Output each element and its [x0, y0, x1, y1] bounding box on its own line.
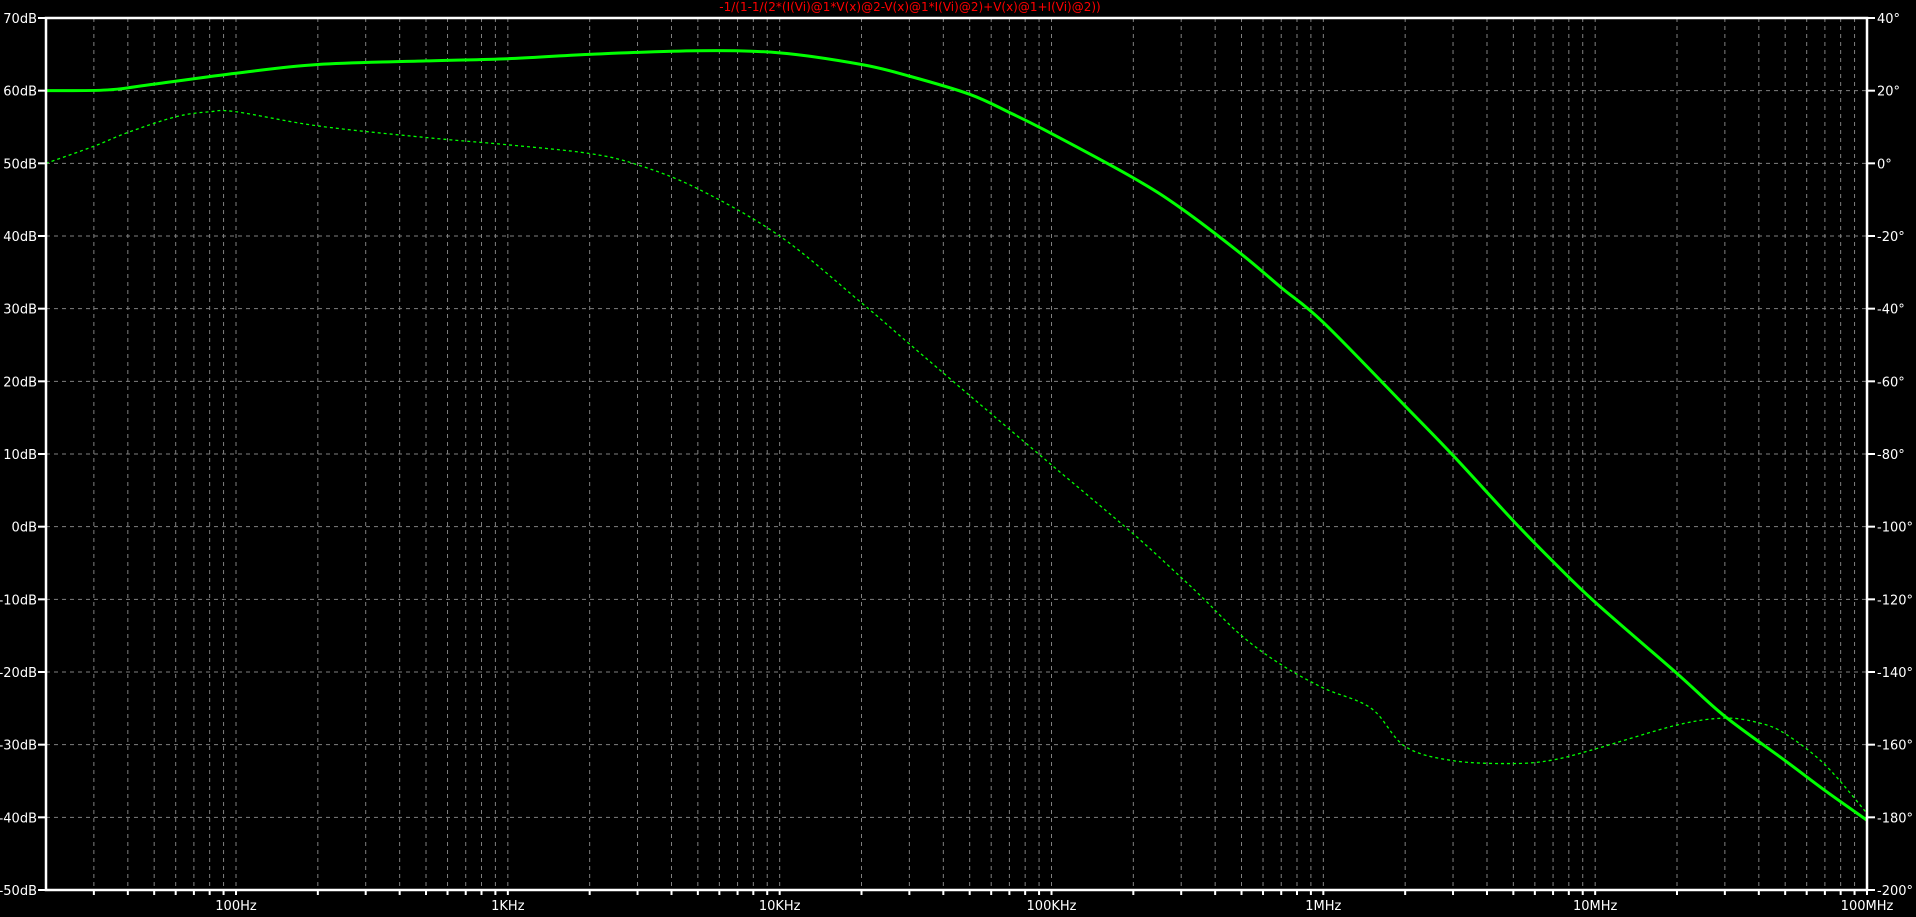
y-right-tick-label: -160° — [1877, 739, 1913, 754]
y-left-tick-label: -30dB — [0, 739, 37, 754]
background — [0, 0, 1916, 917]
y-left-tick-label: -10dB — [0, 593, 37, 608]
y-right-tick-label: -100° — [1877, 521, 1913, 536]
y-left-tick-label: 60dB — [3, 85, 37, 100]
y-right-tick-label: -180° — [1877, 811, 1913, 826]
x-tick-label: 100KHz — [1027, 899, 1077, 914]
y-left-tick-label: 50dB — [3, 157, 37, 172]
y-right-tick-label: -140° — [1877, 666, 1913, 681]
y-left-tick-label: 30dB — [3, 303, 37, 318]
y-left-tick-label: 40dB — [3, 230, 37, 245]
y-right-tick-label: -80° — [1877, 448, 1905, 463]
x-tick-label: 10KHz — [759, 899, 801, 914]
y-right-tick-label: -20° — [1877, 230, 1905, 245]
y-right-tick-label: -60° — [1877, 375, 1905, 390]
x-tick-label: 100MHz — [1841, 899, 1894, 914]
y-left-tick-label: -40dB — [0, 811, 37, 826]
x-tick-label: 1MHz — [1305, 899, 1341, 914]
bode-plot: 70dB 40° 60dB 20° 50dB 0° 40dB -20° 30dB -40° 20dB… — [0, 0, 1916, 917]
y-right-tick-label: 0° — [1877, 157, 1892, 172]
chart-title[interactable]: -1/(1-1/(2*(I(Vi)@1*V(x)@2-V(x)@1*I(Vi)@… — [719, 0, 1101, 14]
y-left-tick-label: 70dB — [3, 12, 37, 27]
x-tick-label: 10MHz — [1573, 899, 1618, 914]
x-tick-label: 1KHz — [491, 899, 525, 914]
y-left-tick-label: 20dB — [3, 375, 37, 390]
y-right-tick-label: 40° — [1877, 12, 1900, 27]
y-left-tick-label: -20dB — [0, 666, 37, 681]
x-tick-label: 100Hz — [215, 899, 257, 914]
y-right-tick-label: -40° — [1877, 303, 1905, 318]
y-left-tick-label: 10dB — [3, 448, 37, 463]
y-right-tick-label: -200° — [1877, 884, 1913, 899]
y-left-tick-label: 0dB — [12, 521, 37, 536]
y-left-tick-label: -50dB — [0, 884, 37, 899]
y-right-tick-label: 20° — [1877, 85, 1900, 100]
y-right-tick-label: -120° — [1877, 593, 1913, 608]
